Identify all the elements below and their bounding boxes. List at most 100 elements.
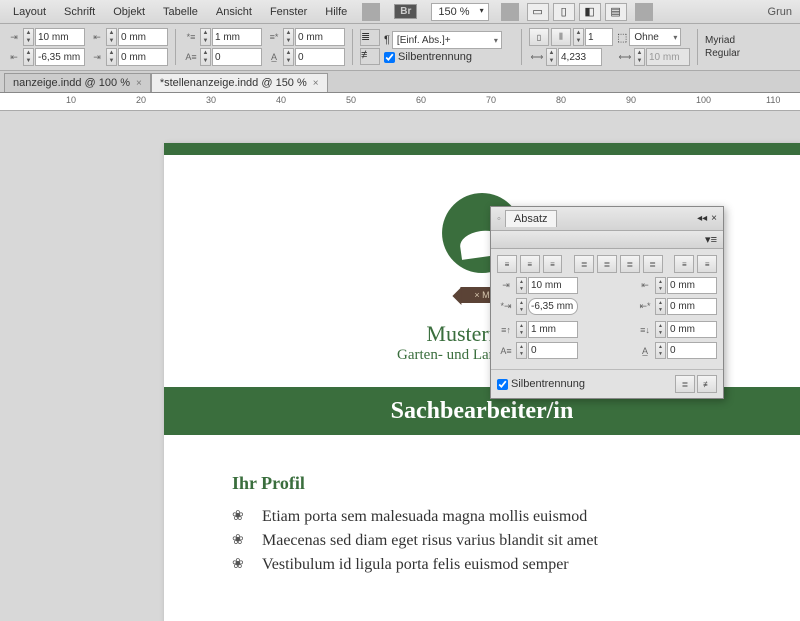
stepper[interactable]: ▲▼ — [634, 48, 645, 66]
justify-left-button[interactable]: ≣ — [574, 255, 594, 273]
justify-all-button[interactable]: ≣ — [643, 255, 663, 273]
panel-firstline[interactable] — [528, 298, 578, 315]
para-style-icon: ¶ — [384, 34, 390, 46]
firstline-icon: *⇥ — [497, 299, 515, 315]
profile-heading: Ihr Profil — [232, 473, 760, 494]
stepper[interactable]: ▲▼ — [106, 48, 117, 66]
justify-right-button[interactable]: ≣ — [620, 255, 640, 273]
panel-lastline[interactable] — [667, 298, 717, 315]
stepper[interactable]: ▲▼ — [516, 321, 527, 338]
stepper[interactable]: ▲▼ — [23, 48, 34, 66]
profile-section: Ihr Profil Etiam porta sem malesuada mag… — [232, 473, 760, 580]
separator — [501, 3, 519, 21]
menu-schrift[interactable]: Schrift — [55, 6, 104, 18]
gap-icon: ⟷ — [529, 49, 545, 65]
paragraph-panel[interactable]: ◦ Absatz ◂◂× ▾≡ ≡ ≡ ≡ ≣ ≣ ≣ ≣ ≡ ≡ ⇥▲▼ — [490, 206, 724, 399]
align-left-button[interactable]: ≡ — [497, 255, 517, 273]
stepper[interactable]: ▲▼ — [283, 48, 294, 66]
separator — [352, 29, 353, 65]
val4-input[interactable] — [295, 48, 345, 66]
document-tab[interactable]: *stellenanzeige.indd @ 150 %× — [151, 73, 328, 92]
stepper[interactable]: ▲▼ — [23, 28, 34, 46]
indent-left-input[interactable] — [35, 28, 85, 46]
dropcap-icon: A≡ — [183, 49, 199, 65]
view-mode-icon[interactable]: ▯ — [553, 3, 575, 21]
menu-layout[interactable]: Layout — [4, 6, 55, 18]
firstline-input[interactable] — [212, 28, 262, 46]
stepper[interactable]: ▲▼ — [655, 298, 666, 315]
panel-dropcap-chars[interactable] — [667, 342, 717, 359]
lastline-input[interactable] — [295, 28, 345, 46]
gap-input[interactable] — [558, 48, 602, 66]
val3-input[interactable] — [212, 48, 262, 66]
firstline-icon: *≡ — [183, 29, 199, 45]
align-away-button[interactable]: ≡ — [697, 255, 717, 273]
stepper[interactable]: ▲▼ — [655, 277, 666, 294]
no-baseline-icon[interactable]: ≢ — [360, 48, 380, 65]
span-dropdown[interactable]: Ohne — [629, 28, 681, 46]
menu-fenster[interactable]: Fenster — [261, 6, 316, 18]
stepper[interactable]: ▲▼ — [283, 28, 294, 46]
panel-titlebar[interactable]: ◦ Absatz ◂◂× — [491, 207, 723, 231]
stepper[interactable]: ▲▼ — [546, 48, 557, 66]
close-icon[interactable]: × — [313, 78, 319, 89]
panel-indent-left[interactable] — [528, 277, 578, 294]
panel-menu-icon[interactable]: ▾≡ — [705, 233, 717, 246]
val2-input[interactable] — [118, 48, 168, 66]
panel-indent-right[interactable] — [667, 277, 717, 294]
stepper[interactable]: ▲▼ — [516, 298, 527, 315]
align-center-button[interactable]: ≡ — [520, 255, 540, 273]
neg-indent-input[interactable] — [35, 48, 85, 66]
align-toward-button[interactable]: ≡ — [674, 255, 694, 273]
cols-input[interactable] — [585, 28, 613, 46]
bridge-button[interactable]: Br — [394, 4, 417, 19]
stepper[interactable]: ▲▼ — [655, 321, 666, 338]
baseline-grid-on[interactable]: ≣ — [675, 375, 695, 393]
panel-hyphen-checkbox[interactable]: Silbentrennung — [497, 378, 585, 390]
panel-space-before[interactable] — [528, 321, 578, 338]
document-tab[interactable]: nanzeige.indd @ 100 %× — [4, 73, 151, 92]
stepper[interactable]: ▲▼ — [516, 342, 527, 359]
menu-ansicht[interactable]: Ansicht — [207, 6, 261, 18]
col-single-icon[interactable]: ▯ — [529, 28, 549, 46]
col-multi-icon[interactable]: ⫼ — [551, 28, 571, 46]
menu-objekt[interactable]: Objekt — [104, 6, 154, 18]
menu-hilfe[interactable]: Hilfe — [316, 6, 356, 18]
stepper[interactable]: ▲▼ — [200, 48, 211, 66]
canvas-area[interactable]: × M Mustermann Garten- und Landschaftsba… — [0, 111, 800, 621]
collapse-icon[interactable]: ◂◂ — [697, 213, 707, 224]
panel-menu-row: ▾≡ — [491, 231, 723, 249]
horizontal-ruler[interactable]: 10 20 30 40 50 60 70 80 90 100 110 — [0, 93, 800, 111]
panel-space-after[interactable] — [667, 321, 717, 338]
stepper[interactable]: ▲▼ — [573, 28, 584, 46]
menu-tabelle[interactable]: Tabelle — [154, 6, 207, 18]
view-mode-icon[interactable]: ▭ — [527, 3, 549, 21]
stepper[interactable]: ▲▼ — [655, 342, 666, 359]
top-green-band — [164, 143, 800, 155]
stepper[interactable]: ▲▼ — [516, 277, 527, 294]
workspace-label[interactable]: Grun — [759, 6, 796, 18]
baseline-grid-off[interactable]: ≢ — [697, 375, 717, 393]
weight-label: Regular — [705, 48, 747, 59]
zoom-dropdown[interactable]: 150 % — [431, 3, 488, 21]
profile-bullet: Maecenas sed diam eget risus varius blan… — [232, 532, 760, 550]
hyphen-checkbox[interactable]: Silbentrennung — [384, 51, 514, 63]
span-gap-input — [646, 48, 690, 66]
view-mode-icon[interactable]: ▤ — [605, 3, 627, 21]
close-icon[interactable]: × — [136, 78, 142, 89]
stepper[interactable]: ▲▼ — [200, 28, 211, 46]
panel-tab[interactable]: Absatz — [505, 210, 557, 227]
justify-center-button[interactable]: ≣ — [597, 255, 617, 273]
baseline-icon[interactable]: ≣ — [360, 29, 380, 46]
panel-dropcap-lines[interactable] — [528, 342, 578, 359]
lastline-icon: ≡* — [266, 29, 282, 45]
para-style-dropdown[interactable]: [Einf. Abs.]+ — [392, 31, 502, 49]
view-mode-icon[interactable]: ◧ — [579, 3, 601, 21]
stepper[interactable]: ▲▼ — [106, 28, 117, 46]
indent-right-input[interactable] — [118, 28, 168, 46]
document-tabs: nanzeige.indd @ 100 %× *stellenanzeige.i… — [0, 71, 800, 93]
align-right-button[interactable]: ≡ — [543, 255, 563, 273]
align-row: ≡ ≡ ≡ ≣ ≣ ≣ ≣ ≡ ≡ — [497, 255, 717, 273]
close-icon[interactable]: × — [711, 213, 717, 224]
menu-bar: Layout Schrift Objekt Tabelle Ansicht Fe… — [0, 0, 800, 24]
